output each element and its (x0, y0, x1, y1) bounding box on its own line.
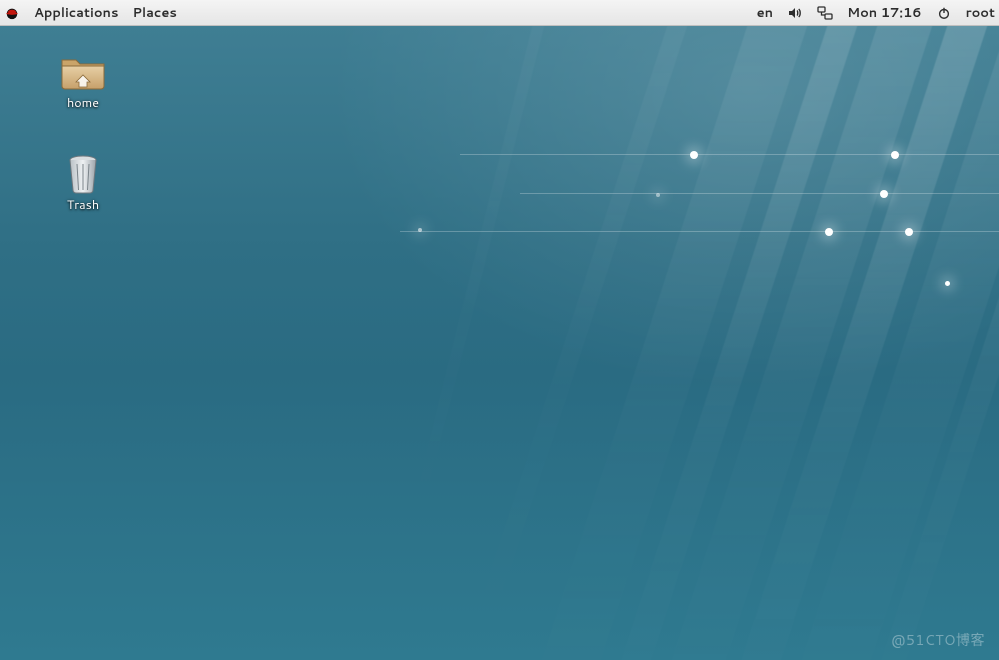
desktop-icon-home[interactable]: home (38, 50, 128, 112)
wallpaper-decoration (880, 190, 888, 198)
wallpaper-decoration (418, 228, 422, 232)
wallpaper-decoration (945, 281, 950, 286)
wallpaper-decoration (520, 193, 999, 194)
wallpaper-decoration (338, 26, 574, 660)
panel-left: Applications Places (4, 4, 177, 22)
panel-right: en Mon 17:16 root (757, 4, 995, 22)
power-icon[interactable] (936, 5, 952, 21)
watermark: @51CTO博客 (891, 630, 985, 650)
clock[interactable]: Mon 17:16 (847, 4, 922, 22)
desktop-icon-label: Trash (38, 196, 128, 214)
top-panel: Applications Places en Mon 17:16 root (0, 0, 999, 26)
desktop-icon-label: home (38, 94, 128, 112)
wallpaper-decoration (656, 193, 660, 197)
input-method-indicator[interactable]: en (757, 4, 773, 22)
desktop-icon-trash[interactable]: Trash (38, 152, 128, 214)
folder-home-icon (59, 50, 107, 90)
trash-icon (59, 152, 107, 192)
distro-logo-icon[interactable] (4, 5, 20, 21)
wallpaper-decoration (690, 151, 698, 159)
desktop[interactable]: home Trash @51CTO博客 (0, 26, 999, 660)
network-icon[interactable] (817, 5, 833, 21)
wallpaper-decoration (825, 228, 833, 236)
wallpaper-decoration (460, 154, 999, 155)
wallpaper-decoration (891, 151, 899, 159)
places-menu[interactable]: Places (132, 4, 176, 22)
applications-menu[interactable]: Applications (34, 4, 118, 22)
user-indicator[interactable]: root (966, 4, 995, 22)
volume-icon[interactable] (787, 5, 803, 21)
wallpaper-decoration (905, 228, 913, 236)
